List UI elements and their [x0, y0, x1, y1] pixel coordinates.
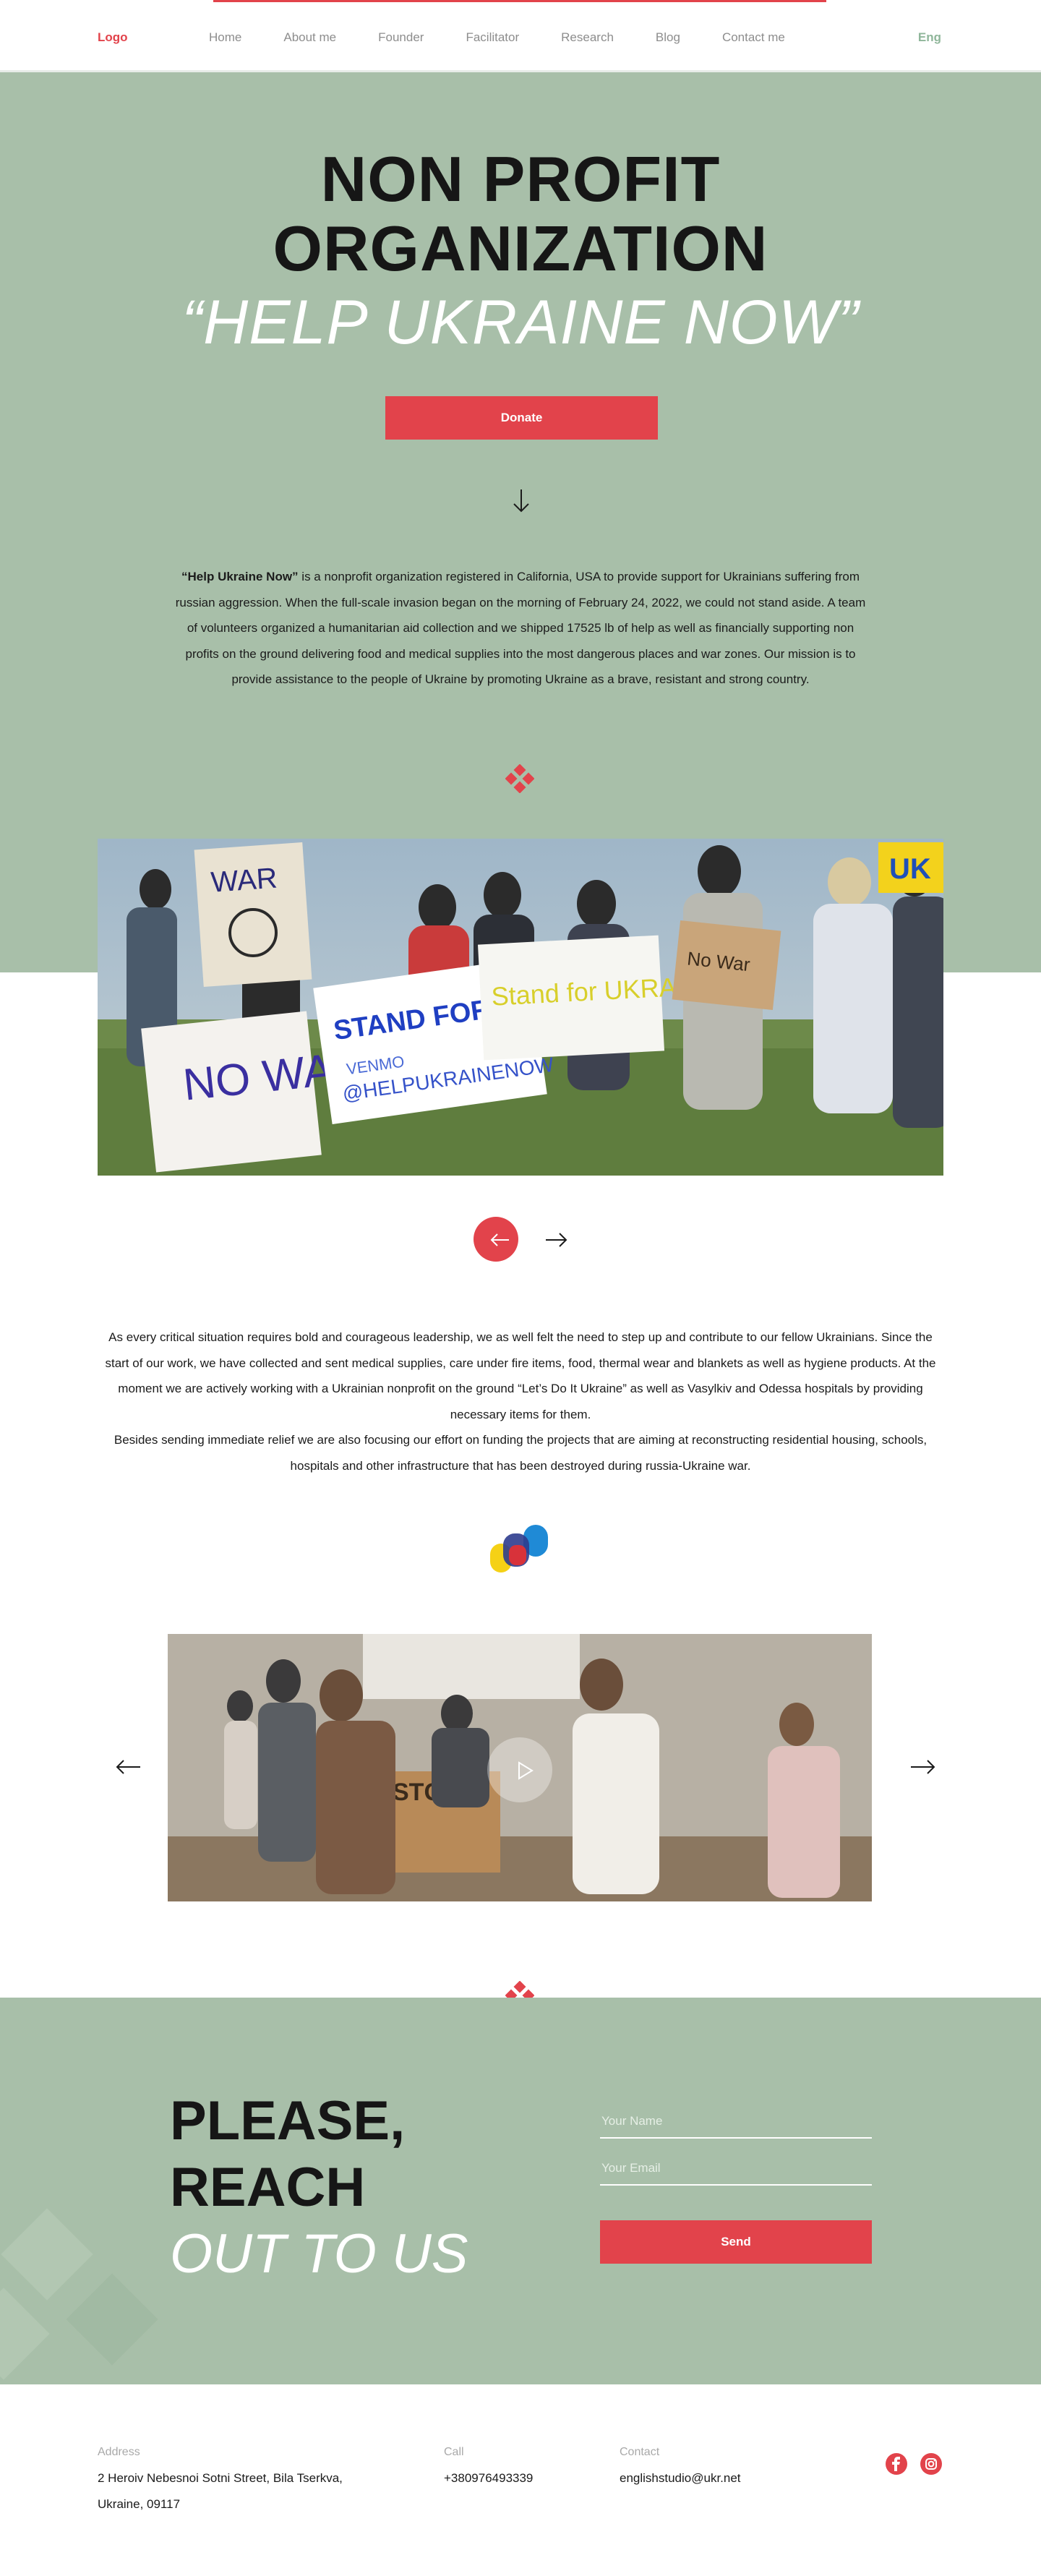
- hero-title: NON PROFIT ORGANIZATION: [0, 145, 1041, 283]
- address-value: 2 Heroiv Nebesnoi Sotni Street, Bila Tse…: [98, 2465, 343, 2517]
- address-line2: Ukraine, 09117: [98, 2497, 181, 2511]
- language-switch[interactable]: Eng: [918, 30, 941, 45]
- address-line1: 2 Heroiv Nebesnoi Sotni Street, Bila Tse…: [98, 2471, 343, 2485]
- about-paragraph-2: Besides sending immediate relief we are …: [113, 1433, 928, 1473]
- send-button[interactable]: Send: [600, 2220, 872, 2264]
- contact-heading-line1: PLEASE,: [170, 2090, 406, 2152]
- partner-logo: [490, 1525, 548, 1572]
- nav-blog[interactable]: Blog: [656, 30, 680, 45]
- arrow-right-icon: [546, 1233, 567, 1247]
- main-menu: Home About me Founder Facilitator Resear…: [209, 30, 785, 45]
- play-button[interactable]: [487, 1737, 552, 1802]
- email-input[interactable]: [600, 2152, 872, 2186]
- nav-facilitator[interactable]: Facilitator: [466, 30, 519, 45]
- hero-subtitle: “HELP UKRAINE NOW”: [181, 288, 860, 357]
- contact-label: Contact: [620, 2446, 660, 2458]
- rally-photo: WAR NO WAR STAND FOR UKRAINE VENMO @HELP…: [98, 839, 943, 1176]
- gallery-next-button[interactable]: [539, 1226, 567, 1252]
- arrow-down-icon[interactable]: [510, 488, 532, 514]
- name-input[interactable]: [600, 2105, 872, 2139]
- sign-war: WAR: [210, 863, 278, 899]
- nav-contact-me[interactable]: Contact me: [722, 30, 785, 45]
- nav-founder[interactable]: Founder: [378, 30, 424, 45]
- donate-button[interactable]: Donate: [385, 396, 658, 440]
- contact-section: [0, 1998, 1041, 2384]
- about-text: As every critical situation requires bol…: [101, 1325, 940, 1479]
- contact-heading: PLEASE, REACH: [170, 2088, 405, 2221]
- video-next-button[interactable]: [904, 1754, 935, 1779]
- arrow-right-icon: [911, 1760, 935, 1774]
- arrow-left-icon: [490, 1233, 509, 1246]
- video-prev-button[interactable]: [110, 1754, 140, 1779]
- gallery-photo: WAR NO WAR STAND FOR UKRAINE VENMO @HELP…: [98, 839, 943, 1176]
- phone-link[interactable]: +380976493339: [444, 2465, 533, 2491]
- top-nav: Logo Home About me Founder Facilitator R…: [0, 0, 1041, 72]
- about-paragraph-1: As every critical situation requires bol…: [105, 1330, 936, 1421]
- gallery-prev-button[interactable]: [474, 1217, 518, 1262]
- intro-body: is a nonprofit organization registered i…: [175, 570, 866, 686]
- contact-heading-line3: OUT TO US: [170, 2223, 468, 2285]
- address-label: Address: [98, 2446, 140, 2458]
- instagram-icon[interactable]: [920, 2453, 942, 2475]
- logo[interactable]: Logo: [98, 30, 128, 45]
- nav-about-me[interactable]: About me: [283, 30, 336, 45]
- intro-org-name: “Help Ukraine Now”: [181, 570, 299, 583]
- contact-heading-line2: REACH: [170, 2157, 366, 2218]
- email-link[interactable]: englishstudio@ukr.net: [620, 2465, 741, 2491]
- nav-research[interactable]: Research: [561, 30, 614, 45]
- ornament-icon: [505, 764, 534, 793]
- hero-title-line1: NON PROFIT: [320, 143, 721, 215]
- call-label: Call: [444, 2446, 464, 2458]
- play-icon: [518, 1761, 534, 1780]
- arrow-left-icon: [116, 1760, 140, 1774]
- nav-home[interactable]: Home: [209, 30, 241, 45]
- accent-line: [213, 0, 826, 2]
- facebook-icon[interactable]: [886, 2453, 907, 2475]
- sign-uk: UK: [889, 853, 931, 885]
- intro-text: “Help Ukraine Now” is a nonprofit organi…: [174, 564, 868, 693]
- hero-title-line2: ORGANIZATION: [273, 213, 768, 284]
